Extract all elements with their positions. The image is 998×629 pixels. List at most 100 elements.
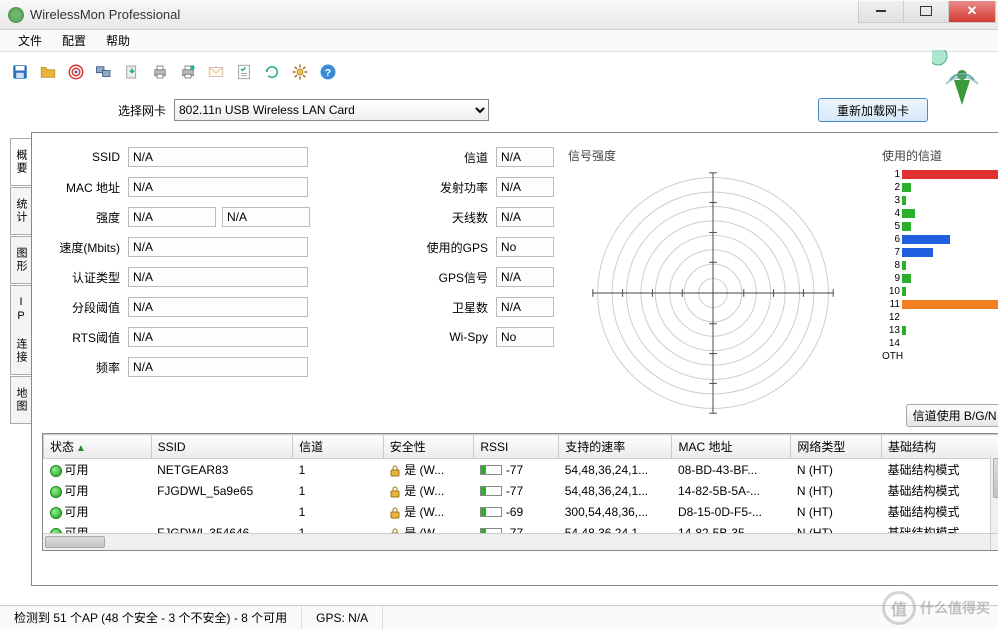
channel-chart: 1234567891011121314OTH bbox=[882, 168, 998, 363]
channel-bar bbox=[902, 326, 906, 335]
computers-icon[interactable] bbox=[92, 60, 116, 84]
printer1-icon[interactable] bbox=[148, 60, 172, 84]
gear-icon[interactable] bbox=[288, 60, 312, 84]
maximize-button[interactable] bbox=[903, 1, 949, 23]
radar-column: 信号强度 bbox=[568, 147, 868, 427]
checklist-icon[interactable] bbox=[232, 60, 256, 84]
field: N/A bbox=[496, 297, 554, 317]
channel-bar bbox=[902, 183, 911, 192]
label: 信道 bbox=[426, 149, 496, 166]
signal-logo-icon bbox=[932, 50, 992, 110]
statusbar: 检测到 51 个AP (48 个安全 - 3 个不安全) - 8 个可用 GPS… bbox=[0, 605, 998, 629]
status-ap-count: 检测到 51 个AP (48 个安全 - 3 个不安全) - 8 个可用 bbox=[0, 606, 302, 629]
rssi-bar-icon bbox=[480, 507, 502, 517]
side-tab-0[interactable]: 概要 bbox=[10, 138, 31, 186]
channels-column: 使用的信道 1234567891011121314OTH 信道使用 B/G/N bbox=[882, 147, 998, 427]
field: N/A bbox=[496, 147, 554, 167]
field: N/A bbox=[128, 147, 308, 167]
channel-bar bbox=[902, 300, 998, 309]
info-left-column: SSIDN/AMAC 地址N/A强度N/AN/A速度(Mbits)N/A认证类型… bbox=[42, 147, 412, 427]
side-tab-1[interactable]: 统计 bbox=[10, 187, 31, 235]
export-icon[interactable] bbox=[120, 60, 144, 84]
column-header[interactable]: 安全性 bbox=[383, 435, 474, 459]
field: N/A bbox=[128, 297, 308, 317]
lock-icon bbox=[389, 507, 401, 519]
help-icon[interactable]: ? bbox=[316, 60, 340, 84]
field: N/A bbox=[128, 327, 308, 347]
column-header[interactable]: SSID bbox=[151, 435, 293, 459]
status-dot-icon bbox=[50, 465, 62, 477]
channel-bar bbox=[902, 235, 950, 244]
label: 卫星数 bbox=[426, 299, 496, 316]
menubar: 文件 配置 帮助 bbox=[0, 30, 998, 52]
svg-text:?: ? bbox=[325, 67, 331, 79]
table-row[interactable]: 可用1是 (W...-69300,54,48,36,...D8-15-0D-F5… bbox=[44, 501, 998, 522]
close-button[interactable] bbox=[948, 1, 996, 23]
folder-icon[interactable] bbox=[36, 60, 60, 84]
field: N/A bbox=[128, 207, 216, 227]
field: N/A bbox=[128, 237, 308, 257]
label: 速度(Mbits) bbox=[42, 239, 128, 256]
save-icon[interactable] bbox=[8, 60, 32, 84]
lock-icon bbox=[389, 465, 401, 477]
column-header[interactable]: MAC 地址 bbox=[672, 435, 791, 459]
side-tab-2[interactable]: 图形 bbox=[10, 236, 31, 284]
field: No bbox=[496, 237, 554, 257]
field: N/A bbox=[496, 177, 554, 197]
label: 发射功率 bbox=[426, 179, 496, 196]
channel-usage-button[interactable]: 信道使用 B/G/N bbox=[906, 404, 998, 427]
network-table: 状态▲SSID信道安全性RSSI支持的速率MAC 地址网络类型基础结构 可用NE… bbox=[42, 433, 998, 551]
label: 强度 bbox=[42, 209, 128, 226]
target-icon[interactable] bbox=[64, 60, 88, 84]
column-header[interactable]: 网络类型 bbox=[791, 435, 882, 459]
table-row[interactable]: 可用NETGEAR831是 (W...-7754,48,36,24,1...08… bbox=[44, 459, 998, 481]
channel-bar bbox=[902, 274, 911, 283]
field: N/A bbox=[128, 267, 308, 287]
status-gps: GPS: N/A bbox=[302, 606, 383, 629]
radar-chart bbox=[568, 168, 858, 418]
side-tab-4[interactable]: 地图 bbox=[10, 376, 31, 424]
signal-strength-title: 信号强度 bbox=[568, 147, 868, 164]
label: MAC 地址 bbox=[42, 179, 128, 196]
channel-bar bbox=[902, 287, 906, 296]
channel-bar bbox=[902, 209, 915, 218]
column-header[interactable]: 信道 bbox=[293, 435, 384, 459]
refresh-icon[interactable] bbox=[260, 60, 284, 84]
table-scrollbar-vertical[interactable] bbox=[990, 456, 998, 533]
status-dot-icon bbox=[50, 507, 62, 519]
side-tab-3[interactable]: IP 连接 bbox=[10, 285, 31, 375]
table-scrollbar-horizontal[interactable] bbox=[43, 533, 990, 550]
label: 分段阈值 bbox=[42, 299, 128, 316]
mail-icon[interactable] bbox=[204, 60, 228, 84]
column-header[interactable]: 状态▲ bbox=[44, 435, 152, 459]
field: No bbox=[496, 327, 554, 347]
menu-help[interactable]: 帮助 bbox=[96, 30, 140, 51]
status-dot-icon bbox=[50, 486, 62, 498]
reload-adapters-button[interactable]: 重新加载网卡 bbox=[818, 98, 928, 122]
column-header[interactable]: RSSI bbox=[474, 435, 559, 459]
menu-config[interactable]: 配置 bbox=[52, 30, 96, 51]
watermark: 值什么值得买 bbox=[882, 591, 990, 625]
field: N/A bbox=[496, 267, 554, 287]
field: N/A bbox=[222, 207, 310, 227]
channel-bar bbox=[902, 261, 906, 270]
adapter-select[interactable]: 802.11n USB Wireless LAN Card bbox=[174, 99, 489, 121]
column-header[interactable]: 基础结构 bbox=[881, 435, 998, 459]
field: N/A bbox=[128, 177, 308, 197]
minimize-button[interactable] bbox=[858, 1, 904, 23]
label: GPS信号 bbox=[426, 269, 496, 286]
label: 使用的GPS bbox=[426, 239, 496, 256]
rssi-bar-icon bbox=[480, 465, 502, 475]
titlebar: WirelessMon Professional bbox=[0, 0, 998, 30]
rssi-bar-icon bbox=[480, 486, 502, 496]
toolbar: ? bbox=[0, 52, 998, 92]
label: Wi-Spy bbox=[426, 330, 496, 344]
column-header[interactable]: 支持的速率 bbox=[559, 435, 672, 459]
label: 天线数 bbox=[426, 209, 496, 226]
printer2-icon[interactable] bbox=[176, 60, 200, 84]
table-row[interactable]: 可用FJGDWL_5a9e651是 (W...-7754,48,36,24,1.… bbox=[44, 480, 998, 501]
channel-bar bbox=[902, 222, 911, 231]
label: 认证类型 bbox=[42, 269, 128, 286]
menu-file[interactable]: 文件 bbox=[8, 30, 52, 51]
channel-bar bbox=[902, 248, 933, 257]
